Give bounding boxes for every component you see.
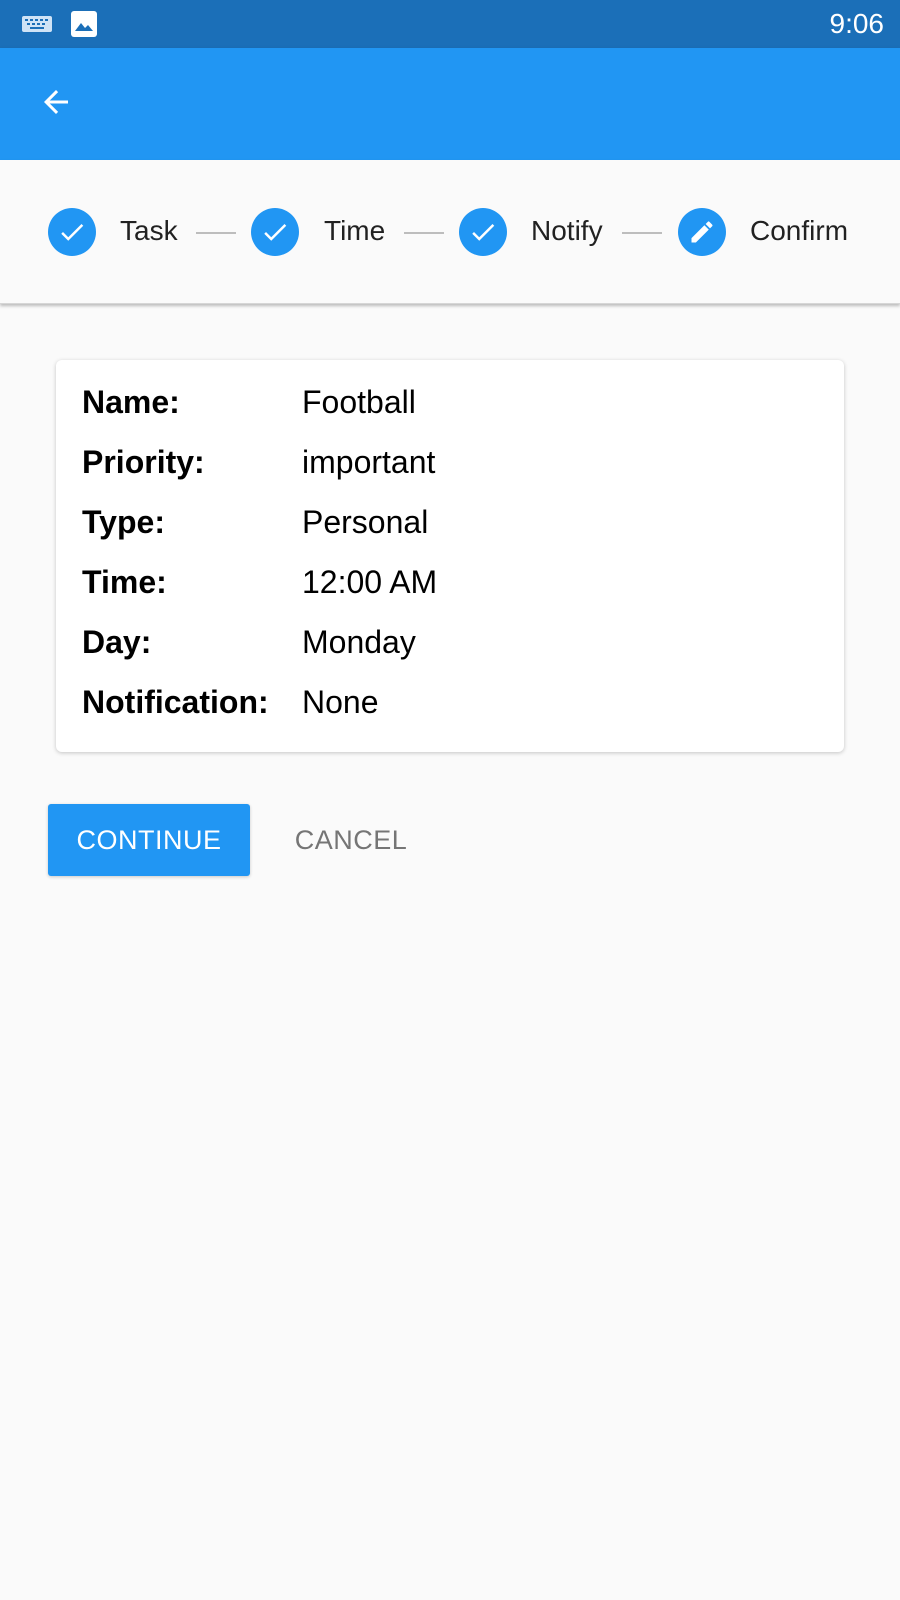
step-time-check-icon[interactable] — [251, 208, 299, 256]
summary-row-name: Name: Football — [82, 384, 822, 424]
continue-button[interactable]: CONTINUE — [48, 804, 250, 876]
cancel-button[interactable]: CANCEL — [282, 804, 420, 876]
step-connector — [622, 232, 662, 234]
summary-value: important — [302, 444, 436, 480]
summary-key: Priority: — [82, 444, 205, 480]
image-icon — [70, 10, 98, 43]
app-bar — [0, 48, 900, 160]
summary-key: Notification: — [82, 684, 269, 720]
summary-row-priority: Priority: important — [82, 444, 822, 484]
step-label-confirm[interactable]: Confirm — [750, 214, 848, 248]
summary-row-time: Time: 12:00 AM — [82, 564, 822, 604]
back-button[interactable] — [28, 76, 84, 132]
summary-row-day: Day: Monday — [82, 624, 822, 664]
step-label-notify[interactable]: Notify — [531, 214, 603, 248]
summary-row-notification: Notification: None — [82, 684, 822, 724]
summary-card: Name: Football Priority: important Type:… — [56, 360, 844, 752]
status-bar: 9:06 — [0, 0, 900, 48]
summary-value: Personal — [302, 504, 429, 540]
summary-value: Football — [302, 384, 416, 420]
status-clock: 9:06 — [829, 8, 885, 39]
summary-value: None — [302, 684, 379, 720]
step-connector — [196, 232, 236, 234]
stepper: Task Time Notify Confirm — [0, 160, 900, 304]
summary-key: Type: — [82, 504, 165, 540]
step-label-time[interactable]: Time — [324, 214, 385, 248]
step-notify-check-icon[interactable] — [459, 208, 507, 256]
summary-key: Name: — [82, 384, 180, 420]
step-label-task[interactable]: Task — [120, 214, 178, 248]
summary-key: Day: — [82, 624, 152, 660]
arrow-back-icon — [38, 84, 74, 125]
step-confirm-pencil-icon[interactable] — [678, 208, 726, 256]
summary-value: 12:00 AM — [302, 564, 438, 600]
step-connector — [404, 232, 444, 234]
summary-row-type: Type: Personal — [82, 504, 822, 544]
summary-key: Time: — [82, 564, 167, 600]
summary-value: Monday — [302, 624, 416, 660]
keyboard-icon — [22, 16, 52, 37]
step-task-check-icon[interactable] — [48, 208, 96, 256]
